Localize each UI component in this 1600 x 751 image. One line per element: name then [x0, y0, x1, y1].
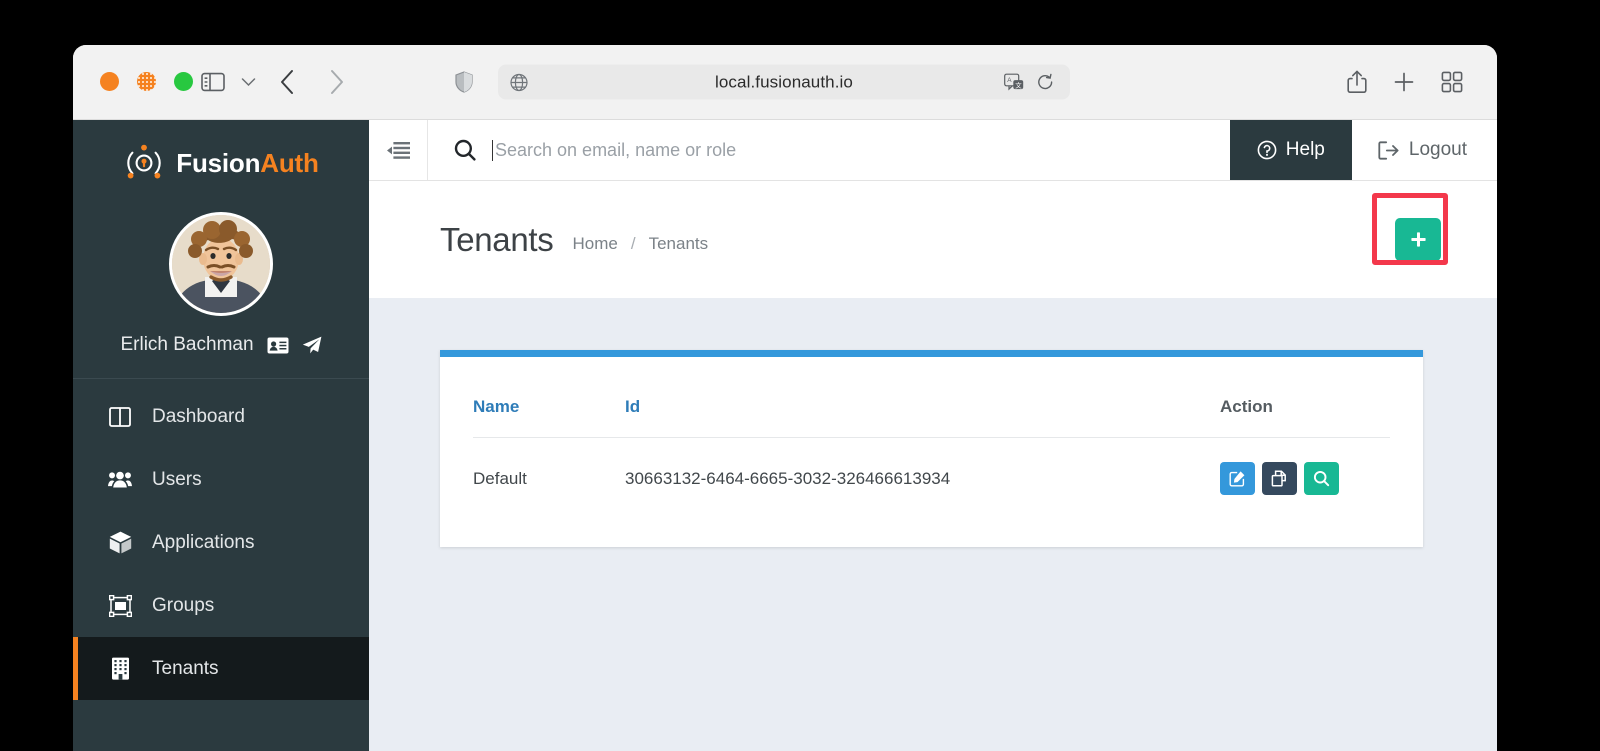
- help-label: Help: [1285, 139, 1325, 160]
- sidebar-item-tenants[interactable]: Tenants: [73, 637, 369, 700]
- new-tab-plus-icon[interactable]: [1393, 71, 1415, 93]
- breadcrumb-separator: /: [630, 233, 636, 253]
- pencil-square-icon: [1229, 471, 1245, 487]
- cell-tenant-id: 30663132-6464-6665-3032-326466613934: [625, 468, 951, 488]
- app-top-bar: Search on email, name or role Help Logou…: [369, 120, 1497, 181]
- sidebar-item-label: Users: [152, 468, 202, 490]
- brand-name-fusion: Fusion: [176, 147, 261, 178]
- paper-plane-icon[interactable]: [302, 336, 322, 354]
- sidebar-nav: Dashboard Users Applications Groups Tena…: [73, 379, 369, 700]
- share-icon[interactable]: [1347, 70, 1367, 94]
- globe-icon: [510, 73, 528, 91]
- global-search[interactable]: Search on email, name or role: [428, 120, 1230, 180]
- main-column: Search on email, name or role Help Logou…: [369, 120, 1497, 751]
- brand-logo[interactable]: FusionAuth: [73, 120, 369, 206]
- reload-icon[interactable]: [1037, 73, 1054, 91]
- sidebar-item-label: Groups: [152, 594, 215, 616]
- columns-icon: [108, 406, 132, 427]
- duplicate-tenant-button[interactable]: [1262, 462, 1297, 495]
- user-name: Erlich Bachman: [120, 334, 254, 355]
- sidebar-item-label: Dashboard: [152, 405, 245, 427]
- text-cursor: [492, 139, 493, 161]
- cell-actions: [1220, 438, 1390, 520]
- sidebar-item-label: Applications: [152, 531, 255, 553]
- tab-overview-icon[interactable]: [1441, 71, 1463, 93]
- cell-tenant-name: Default: [473, 468, 527, 488]
- question-circle-icon: [1257, 140, 1277, 160]
- add-tenant-button[interactable]: [1395, 218, 1441, 261]
- table-header-row: Name Id Action: [473, 357, 1390, 438]
- sidebar-toggle-icon[interactable]: [201, 72, 225, 92]
- user-row: Erlich Bachman: [73, 334, 369, 379]
- tenants-table: Name Id Action Default 30663132-6464-666…: [473, 357, 1390, 519]
- column-header-name[interactable]: Name: [473, 357, 625, 438]
- breadcrumb: Home / Tenants: [572, 234, 708, 254]
- users-icon: [108, 470, 132, 489]
- forward-button[interactable]: [328, 69, 344, 95]
- building-icon: [108, 657, 132, 680]
- fusionauth-lock-logo-icon: [123, 142, 165, 184]
- sign-out-icon: [1378, 140, 1399, 160]
- page-header: Tenants Home / Tenants: [369, 181, 1497, 298]
- window-traffic-lights: [100, 72, 193, 91]
- sidebar-item-users[interactable]: Users: [73, 448, 369, 511]
- search-placeholder: Search on email, name or role: [495, 139, 737, 160]
- zoom-window-button[interactable]: [174, 72, 193, 91]
- column-header-action: Action: [1220, 357, 1390, 438]
- browser-window: local.fusionauth.io A 文 FusionAuth Erlic…: [73, 45, 1497, 751]
- address-bar[interactable]: local.fusionauth.io A 文: [498, 64, 1070, 100]
- sidebar-item-applications[interactable]: Applications: [73, 511, 369, 574]
- row-action-buttons: [1220, 462, 1390, 495]
- sidebar-item-groups[interactable]: Groups: [73, 574, 369, 637]
- help-button[interactable]: Help: [1229, 120, 1352, 180]
- column-header-id[interactable]: Id: [625, 357, 1220, 438]
- search-input[interactable]: Search on email, name or role: [492, 139, 1230, 161]
- page-viewport: FusionAuth Erlich Bachman Dashboard User…: [73, 120, 1497, 751]
- breadcrumb-home[interactable]: Home: [572, 234, 617, 254]
- tenants-card: Name Id Action Default 30663132-6464-666…: [440, 350, 1423, 547]
- page-title: Tenants: [440, 220, 554, 258]
- object-group-icon: [108, 594, 132, 617]
- copy-files-icon: [1271, 470, 1286, 487]
- app-sidebar: FusionAuth Erlich Bachman Dashboard User…: [73, 120, 369, 751]
- search-icon: [454, 139, 476, 161]
- breadcrumb-current: Tenants: [648, 233, 709, 253]
- sidebar-item-dashboard[interactable]: Dashboard: [73, 385, 369, 448]
- plus-icon: [1410, 232, 1426, 247]
- svg-text:文: 文: [1015, 80, 1022, 89]
- content-area: Name Id Action Default 30663132-6464-666…: [369, 298, 1497, 751]
- chevron-down-icon[interactable]: [241, 77, 256, 87]
- view-tenant-button[interactable]: [1304, 462, 1339, 495]
- logout-label: Logout: [1408, 139, 1467, 160]
- sidebar-item-label: Tenants: [152, 657, 219, 679]
- cube-icon: [108, 531, 132, 554]
- magnifier-icon: [1313, 470, 1330, 487]
- close-window-button[interactable]: [100, 72, 119, 91]
- user-avatar-photo[interactable]: [169, 212, 273, 316]
- privacy-shield-icon[interactable]: [455, 71, 473, 93]
- brand-name-auth: Auth: [260, 147, 319, 178]
- add-tenant-zone: [1372, 193, 1448, 265]
- browser-toolbar: local.fusionauth.io A 文: [73, 45, 1497, 120]
- url-text: local.fusionauth.io: [715, 72, 853, 91]
- edit-tenant-button[interactable]: [1220, 462, 1255, 495]
- id-card-icon[interactable]: [267, 337, 289, 354]
- brand-name: FusionAuth: [176, 147, 319, 179]
- translate-icon[interactable]: A 文: [1004, 73, 1024, 91]
- minimize-window-button[interactable]: [137, 72, 156, 91]
- svg-text:A: A: [1007, 77, 1012, 84]
- back-button[interactable]: [280, 69, 296, 95]
- collapse-sidebar-icon[interactable]: [369, 120, 428, 180]
- logout-button[interactable]: Logout: [1352, 120, 1497, 180]
- table-row: Default 30663132-6464-6665-3032-32646661…: [473, 438, 1390, 520]
